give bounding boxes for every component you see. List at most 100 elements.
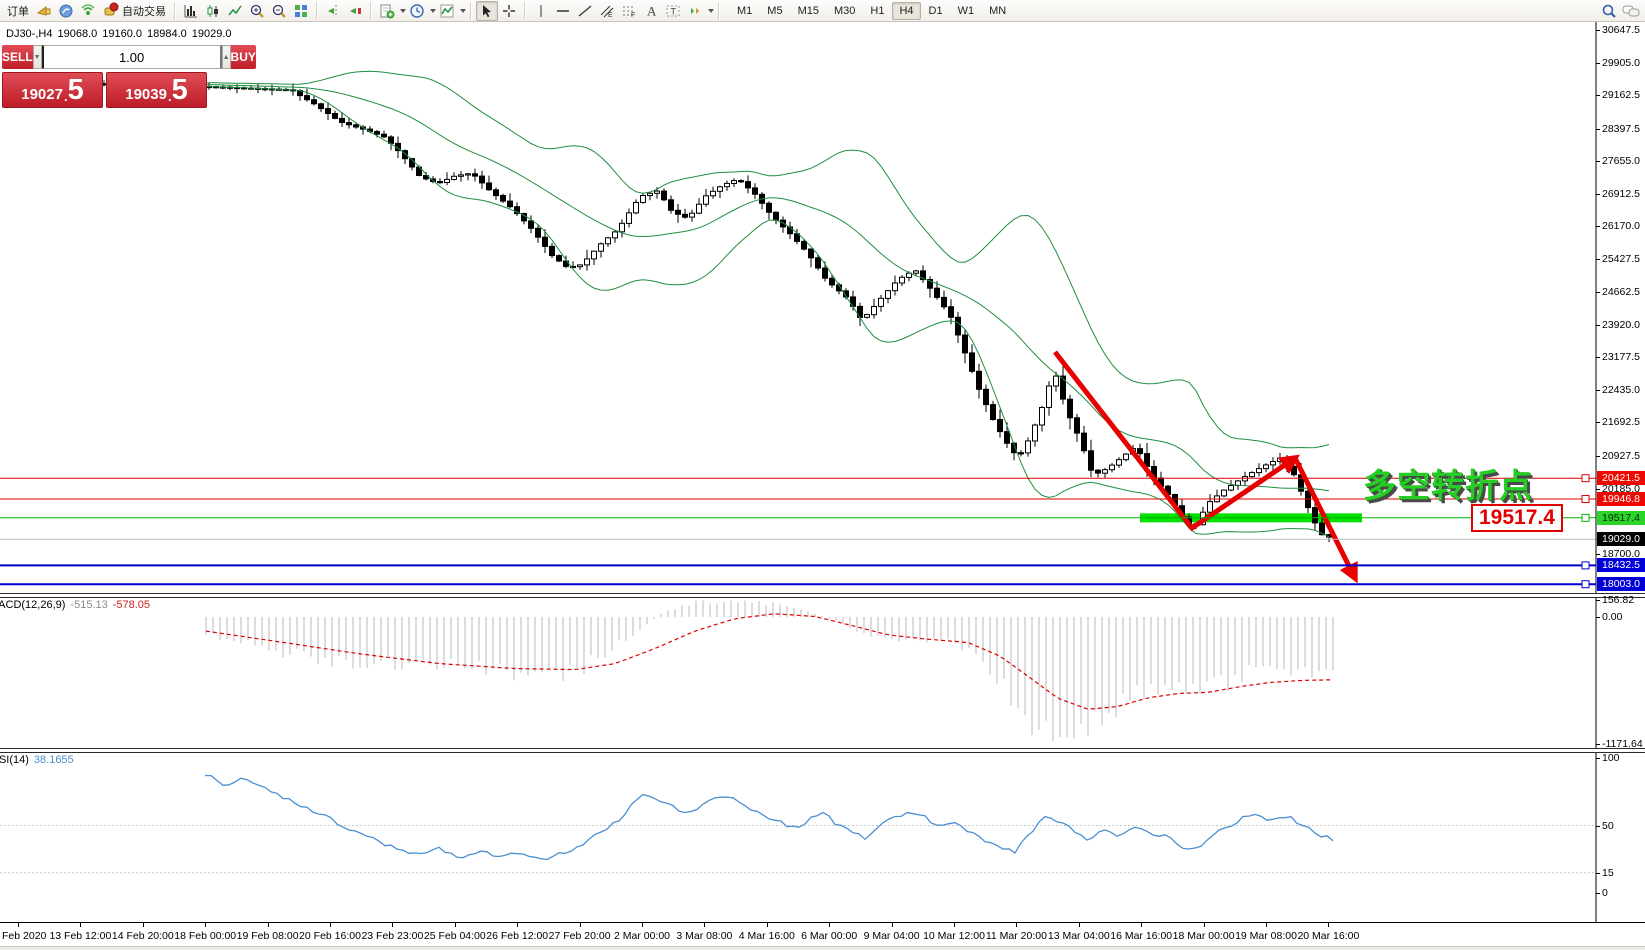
tile-windows-icon[interactable]: [290, 1, 312, 21]
price-tick-dash: [1596, 554, 1600, 555]
time-tick: [829, 923, 830, 927]
timeframe-M30[interactable]: M30: [827, 2, 862, 20]
time-tick: [1079, 923, 1080, 927]
megaphone-icon[interactable]: [33, 1, 55, 21]
price-tick-label: 29905.0: [1602, 57, 1640, 69]
buy-price-button[interactable]: 19039.5: [106, 72, 207, 108]
timeframe-H4[interactable]: H4: [892, 2, 920, 20]
channel-icon[interactable]: E: [596, 1, 618, 21]
auto-trading-button[interactable]: 自动交易: [99, 1, 170, 21]
time-tick: [642, 923, 643, 927]
text-icon[interactable]: A: [640, 1, 662, 21]
time-axis[interactable]: Feb 202013 Feb 12:0014 Feb 20:0018 Feb 0…: [0, 922, 1645, 946]
time-tick: [1328, 923, 1329, 927]
price-tick-dash: [1596, 489, 1600, 490]
price-callout-box[interactable]: 19517.4: [1471, 504, 1563, 532]
trade-panel: SELL ▼ ▲ BUY 19027.5 19039.5: [2, 45, 209, 108]
level-marker: [1582, 581, 1589, 588]
price-tick-dash: [1596, 129, 1600, 130]
volume-down-button[interactable]: ▼: [33, 45, 42, 69]
time-tick-label: 19 Feb 08:00: [237, 930, 299, 942]
chart-symbol: DJ30-,H4: [6, 28, 52, 40]
macd-panel-divider[interactable]: [0, 593, 1645, 598]
period-clock-icon[interactable]: [406, 1, 428, 21]
signal-icon[interactable]: [77, 1, 99, 21]
rsi-panel-divider[interactable]: [0, 748, 1645, 753]
price-tick-dash: [1596, 161, 1600, 162]
candlestick-icon[interactable]: [202, 1, 224, 21]
indicators-icon[interactable]: [436, 1, 458, 21]
price-level-label: 18003.0: [1597, 577, 1645, 591]
macd-tick-dash: [1596, 744, 1600, 745]
sell-price-button[interactable]: 19027.5: [2, 72, 103, 108]
bar-chart-icon[interactable]: [180, 1, 202, 21]
timeframe-D1[interactable]: D1: [922, 2, 950, 20]
orders-button[interactable]: 订单: [3, 1, 33, 21]
volume-up-button[interactable]: ▲: [222, 45, 231, 69]
crosshair-icon[interactable]: [498, 1, 520, 21]
trendline-icon[interactable]: [574, 1, 596, 21]
publisher-icon[interactable]: [55, 1, 77, 21]
time-tick: [704, 923, 705, 927]
macd-tick-label: 156.82: [1602, 594, 1634, 606]
time-tick: [767, 923, 768, 927]
turning-point-annotation[interactable]: 多空转折点: [1363, 459, 1533, 507]
indicators-dropdown[interactable]: [460, 9, 466, 13]
shapes-dropdown[interactable]: [708, 9, 714, 13]
new-chart-icon[interactable]: [376, 1, 398, 21]
price-tick-label: 28397.5: [1602, 123, 1640, 135]
price-tick-dash: [1596, 357, 1600, 358]
label-icon[interactable]: T: [662, 1, 684, 21]
timeframe-W1[interactable]: W1: [951, 2, 982, 20]
horizontal-line-icon[interactable]: [552, 1, 574, 21]
ohlc-low: 18984.0: [147, 28, 187, 40]
price-tick-label: 23920.0: [1602, 319, 1640, 331]
macd-tick-dash: [1596, 600, 1600, 601]
search-icon[interactable]: [1598, 1, 1620, 21]
time-tick-label: 13 Feb 12:00: [49, 930, 111, 942]
time-tick: [580, 923, 581, 927]
fibonacci-icon[interactable]: F: [618, 1, 640, 21]
zoom-out-icon[interactable]: [268, 1, 290, 21]
time-tick-label: 9 Mar 04:00: [864, 930, 920, 942]
price-tick-label: 25427.5: [1602, 253, 1640, 265]
timeframe-MN[interactable]: MN: [982, 2, 1013, 20]
svg-text:T: T: [671, 6, 677, 16]
price-level-label: 18432.5: [1597, 558, 1645, 572]
timeframe-H1[interactable]: H1: [863, 2, 891, 20]
sell-button[interactable]: SELL: [2, 45, 33, 69]
line-chart-icon[interactable]: [224, 1, 246, 21]
price-tick-label: 26912.5: [1602, 188, 1640, 200]
sell-price-main: 19027: [21, 85, 63, 105]
time-tick: [268, 923, 269, 927]
time-tick-label: 18 Mar 00:00: [1173, 930, 1235, 942]
time-tick: [80, 923, 81, 927]
chat-icon[interactable]: [1620, 1, 1642, 21]
time-tick-label: 26 Feb 12:00: [486, 930, 548, 942]
auto-scroll-icon[interactable]: [344, 1, 366, 21]
toolbar: 订单 自动交易 E F A T M1M5M15M30H1H4D1W1MN: [0, 0, 1645, 22]
timeframe-M1[interactable]: M1: [730, 2, 759, 20]
buy-button[interactable]: BUY: [231, 45, 256, 69]
price-tick-label: 26170.0: [1602, 220, 1640, 232]
zoom-in-icon[interactable]: [246, 1, 268, 21]
cursor-icon[interactable]: [476, 1, 498, 21]
price-tick-dash: [1596, 422, 1600, 423]
chart-shift-icon[interactable]: [322, 1, 344, 21]
price-tick-dash: [1596, 390, 1600, 391]
vertical-line-icon[interactable]: [530, 1, 552, 21]
timeframe-M15[interactable]: M15: [791, 2, 826, 20]
time-tick-label: 19 Mar 08:00: [1235, 930, 1297, 942]
time-tick: [892, 923, 893, 927]
time-tick-label: 11 Mar 20:00: [986, 930, 1047, 942]
time-tick-label: 2 Mar 00:00: [614, 930, 670, 942]
chart-info: DJ30-,H419068.019160.018984.019029.0: [6, 28, 237, 40]
volume-input[interactable]: [42, 45, 222, 69]
time-tick-label: 6 Mar 00:00: [801, 930, 857, 942]
bollinger-middle: [160, 83, 1329, 490]
timeframe-M5[interactable]: M5: [760, 2, 789, 20]
candles: [18, 76, 1332, 542]
price-tick-dash: [1596, 226, 1600, 227]
shapes-icon[interactable]: [684, 1, 706, 21]
price-tick-dash: [1596, 30, 1600, 31]
